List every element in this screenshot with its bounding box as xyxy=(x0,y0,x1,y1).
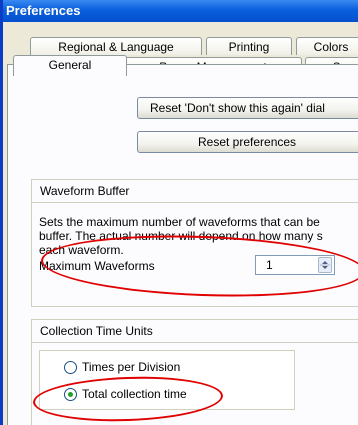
preferences-window: Preferences Regional & Language Printing… xyxy=(0,0,358,425)
times-per-division-label[interactable]: Times per Division xyxy=(82,360,180,374)
waveform-buffer-description: Sets the maximum number of waveforms tha… xyxy=(39,215,358,257)
tab-colors[interactable]: Colors xyxy=(296,37,358,55)
reset-dont-show-button[interactable]: Reset 'Don't show this again' dial xyxy=(137,97,358,119)
tab-regional-language[interactable]: Regional & Language xyxy=(30,37,202,55)
collection-time-options: Times per Division Total collection time xyxy=(39,350,295,410)
reset-preferences-button[interactable]: Reset preferences xyxy=(137,131,358,153)
collection-time-units-title: Collection Time Units xyxy=(32,320,358,343)
description-line: buffer. The actual number will depend on… xyxy=(39,229,323,243)
maximum-waveforms-value: 1 xyxy=(266,258,273,272)
tab-printing[interactable]: Printing xyxy=(206,37,292,55)
maximum-waveforms-spinner[interactable]: 1 xyxy=(255,255,335,275)
spinner-arrows-icon[interactable] xyxy=(318,257,332,273)
waveform-buffer-title: Waveform Buffer xyxy=(32,180,358,203)
maximum-waveforms-label: Maximum Waveforms xyxy=(39,259,155,273)
window-title: Preferences xyxy=(6,3,81,18)
total-collection-time-label[interactable]: Total collection time xyxy=(82,387,187,401)
title-bar: Preferences xyxy=(3,0,358,22)
description-line: Sets the maximum number of waveforms tha… xyxy=(39,215,320,229)
tab-general[interactable]: General xyxy=(13,55,127,76)
total-collection-time-radio[interactable] xyxy=(64,388,77,401)
times-per-division-radio[interactable] xyxy=(64,361,77,374)
